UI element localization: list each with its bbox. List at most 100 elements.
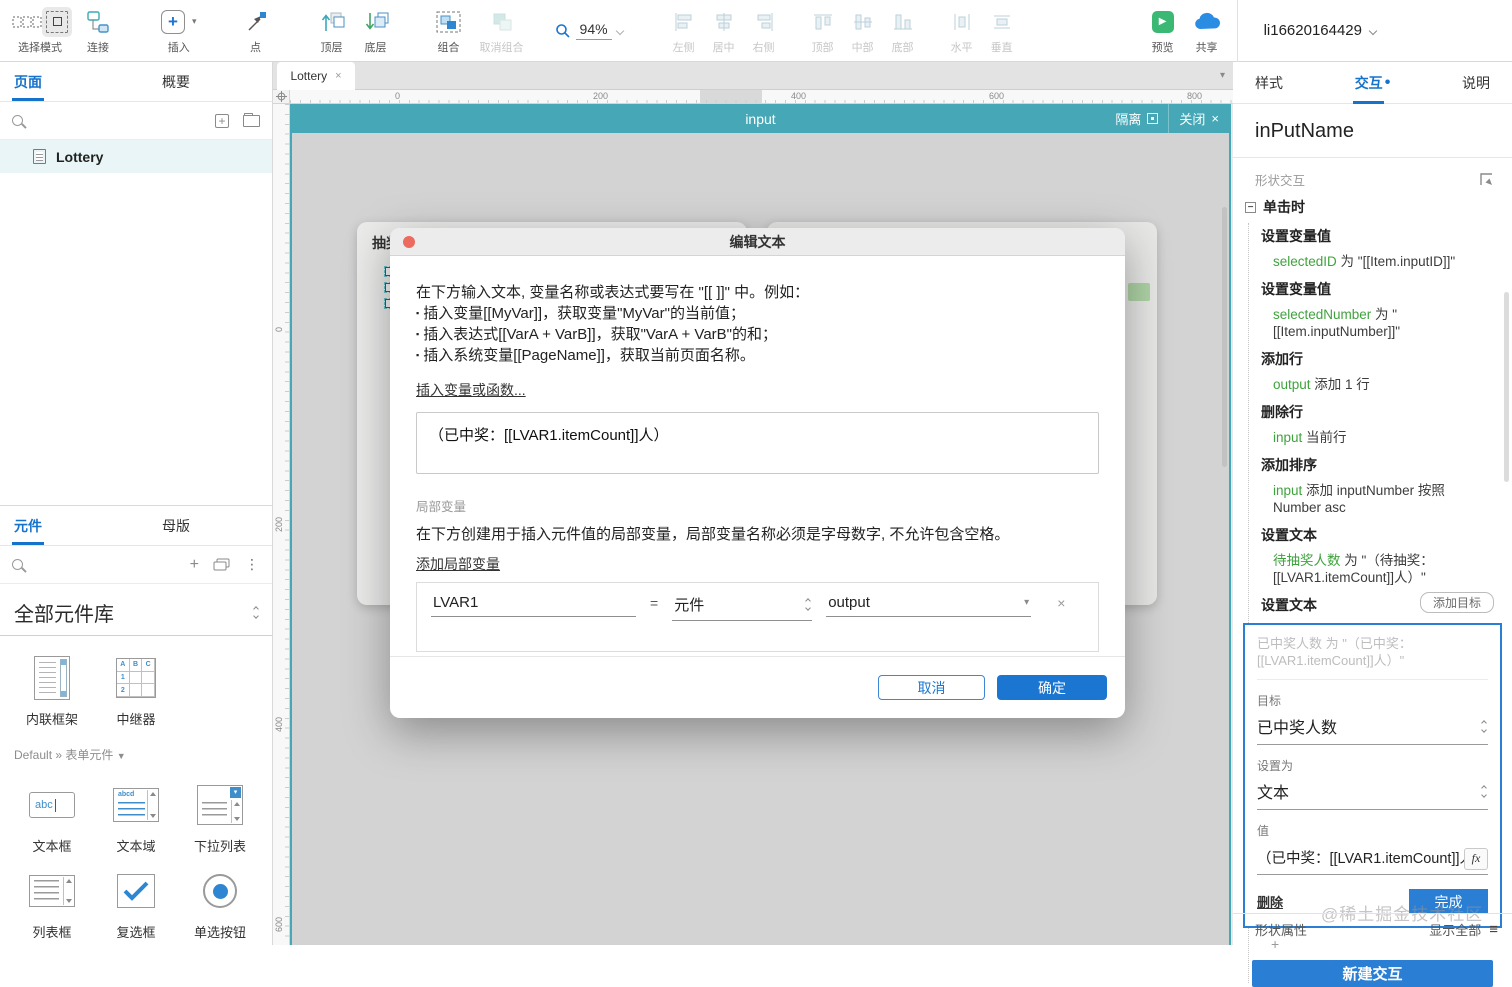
action-detail-1[interactable]: selectedID 为 "[[Item.inputID]]" xyxy=(1273,253,1491,270)
contain-select-icon[interactable] xyxy=(42,6,72,37)
select-mode-label: 选择模式 xyxy=(18,41,62,54)
insert-variable-link[interactable]: 插入变量或函数... xyxy=(416,380,526,400)
isolate-button[interactable]: 隔离 xyxy=(1115,109,1159,128)
inspector-footer: 形状属性 显示全部 ≡ xyxy=(1233,913,1512,945)
library-header[interactable]: 全部元件库 xyxy=(0,584,272,636)
add-local-var-link[interactable]: 添加局部变量 xyxy=(416,554,500,574)
widget-search-icon[interactable] xyxy=(12,559,23,570)
group-button[interactable]: 组合 xyxy=(436,3,462,59)
canvas-scrollbar[interactable] xyxy=(1222,207,1227,467)
canvas-tabbar: Lottery × ▾ xyxy=(273,62,1233,90)
point-button[interactable]: 点 xyxy=(244,3,268,59)
local-var-type-select[interactable]: 元件 xyxy=(672,593,813,621)
tab-masters[interactable]: 母版 xyxy=(148,506,204,545)
action-detail-5[interactable]: input 添加 inputNumber 按照 Number asc xyxy=(1273,482,1491,516)
iframe-icon xyxy=(34,656,70,700)
textarea-icon: abcd xyxy=(113,788,159,822)
cancel-button[interactable]: 取消 xyxy=(878,675,985,700)
action-set-variable-2[interactable]: 设置变量值 xyxy=(1261,279,1502,299)
add-target-button[interactable]: 添加目标 xyxy=(1419,592,1494,613)
add-folder-icon[interactable] xyxy=(243,112,260,127)
zoom-value[interactable]: 94% xyxy=(575,21,612,40)
remove-local-var-icon[interactable]: × xyxy=(1057,593,1065,611)
action-detail-2[interactable]: selectedNumber 为 "[[Item.inputNumber]]" xyxy=(1273,306,1491,340)
widget-item-radio[interactable]: 单选按钮 xyxy=(178,867,262,941)
tab-widgets[interactable]: 元件 xyxy=(0,506,56,545)
delete-action-link[interactable]: 删除 xyxy=(1257,892,1283,911)
hamburger-icon[interactable]: ≡ xyxy=(1489,921,1498,938)
select-widget-icon[interactable] xyxy=(1479,172,1494,187)
ok-button[interactable]: 确定 xyxy=(997,675,1107,700)
text-value-input[interactable]: （已中奖：[[LVAR1.itemCount]]人） xyxy=(416,412,1099,474)
tab-outline[interactable]: 概要 xyxy=(148,62,204,101)
action-detail-6[interactable]: 待抽奖人数 为 "（待抽奖：[[LVAR1.itemCount]]人）" xyxy=(1273,552,1491,586)
preview-button[interactable]: ▶ 预览 xyxy=(1151,3,1174,59)
tab-pages[interactable]: 页面 xyxy=(0,62,56,101)
ruler-origin-icon[interactable] xyxy=(273,90,290,104)
widget-item-iframe[interactable]: 内联框架 xyxy=(10,654,94,728)
collapse-icon[interactable]: − xyxy=(1245,201,1256,213)
insert-caret-icon[interactable]: ▾ xyxy=(192,16,197,27)
show-all-label[interactable]: 显示全部 xyxy=(1429,920,1481,939)
action-add-row[interactable]: 添加行 xyxy=(1261,349,1502,369)
library-title: 全部元件库 xyxy=(14,604,114,626)
add-library-icon[interactable]: + xyxy=(190,556,199,574)
insert-button[interactable]: + ▾ 插入 xyxy=(161,3,197,59)
action-summary: 已中奖人数 为 "（已中奖：[[LVAR1.itemCount]]人）" xyxy=(1257,635,1488,680)
action-set-text-1[interactable]: 设置文本 xyxy=(1261,525,1502,545)
action-detail-3[interactable]: output 添加 1 行 xyxy=(1273,376,1491,393)
widget-item-textarea[interactable]: abcd 文本域 xyxy=(94,781,178,855)
multi-select-icon[interactable] xyxy=(12,12,42,32)
action-detail-4[interactable]: input 当前行 xyxy=(1273,429,1491,446)
send-to-back-icon xyxy=(363,7,389,37)
tab-interactions[interactable]: 交互 • xyxy=(1352,62,1390,104)
action-set-text-2[interactable]: 设置文本 添加目标 xyxy=(1261,592,1502,615)
shape-properties-label[interactable]: 形状属性 xyxy=(1255,920,1307,939)
local-var-name-input[interactable]: LVAR1 xyxy=(431,593,636,617)
tab-style[interactable]: 样式 xyxy=(1255,62,1283,104)
zoom-control[interactable]: 94% xyxy=(555,21,624,40)
account-menu[interactable]: li16620164429 xyxy=(1264,22,1378,39)
action-set-variable-1[interactable]: 设置变量值 xyxy=(1261,226,1502,246)
library-stack-icon[interactable] xyxy=(213,558,231,571)
align-right-icon xyxy=(753,7,775,37)
page-item-lottery[interactable]: Lottery xyxy=(0,140,272,173)
close-isolation-button[interactable]: 关闭 × xyxy=(1179,109,1219,128)
canvas-tab-lottery[interactable]: Lottery × xyxy=(277,62,355,90)
bring-to-front-button[interactable]: 顶层 xyxy=(319,3,345,59)
isolate-icon xyxy=(1147,113,1159,124)
search-icon[interactable] xyxy=(12,115,23,126)
library-up-icon[interactable] xyxy=(253,606,259,612)
tab-notes[interactable]: 说明 xyxy=(1462,62,1490,104)
local-var-target-select[interactable]: output ▾ xyxy=(826,593,1032,617)
new-interaction-button[interactable]: 新建交互 xyxy=(1252,960,1493,987)
widget-item-textfield[interactable]: abc 文本框 xyxy=(10,781,94,855)
value-input[interactable]: （已中奖：[[LVAR1.itemCount]]人） xyxy=(1257,843,1464,874)
target-select[interactable]: 已中奖人数 xyxy=(1257,709,1488,745)
connect-button[interactable]: 连接 xyxy=(86,3,110,59)
widget-item-checkbox[interactable]: 复选框 xyxy=(94,867,178,941)
section-form-widgets[interactable]: Default » 表单元件 ▼ xyxy=(0,734,272,763)
share-button[interactable]: 共享 xyxy=(1192,3,1222,59)
widget-name-field[interactable]: inPutName xyxy=(1233,104,1512,158)
fx-button[interactable]: fx xyxy=(1464,847,1488,870)
type-up-icon[interactable] xyxy=(805,598,812,604)
tab-close-icon[interactable]: × xyxy=(335,70,341,82)
pages-tabs: 页面 概要 xyxy=(0,62,272,102)
widget-item-listbox[interactable]: 列表框 xyxy=(10,867,94,941)
set-as-select[interactable]: 文本 xyxy=(1257,774,1488,810)
widget-item-droplist[interactable]: ▾ 下拉列表 xyxy=(178,781,262,855)
zoom-caret-icon[interactable] xyxy=(615,26,624,35)
tab-list-caret-icon[interactable]: ▾ xyxy=(1220,70,1225,81)
library-down-icon[interactable] xyxy=(253,613,259,619)
action-add-sort[interactable]: 添加排序 xyxy=(1261,455,1502,475)
event-onclick[interactable]: − 单击时 xyxy=(1243,197,1502,217)
add-page-icon[interactable]: + xyxy=(215,113,229,128)
widget-item-repeater[interactable]: ABC 1 2 中继器 xyxy=(94,654,178,728)
type-down-icon[interactable] xyxy=(805,605,812,611)
send-to-back-button[interactable]: 底层 xyxy=(363,3,389,59)
inspector-scrollbar[interactable] xyxy=(1504,292,1509,482)
select-mode-button[interactable]: 选择模式 xyxy=(12,3,72,59)
action-delete-row[interactable]: 删除行 xyxy=(1261,402,1502,422)
more-options-icon[interactable]: ⋮ xyxy=(245,556,260,573)
